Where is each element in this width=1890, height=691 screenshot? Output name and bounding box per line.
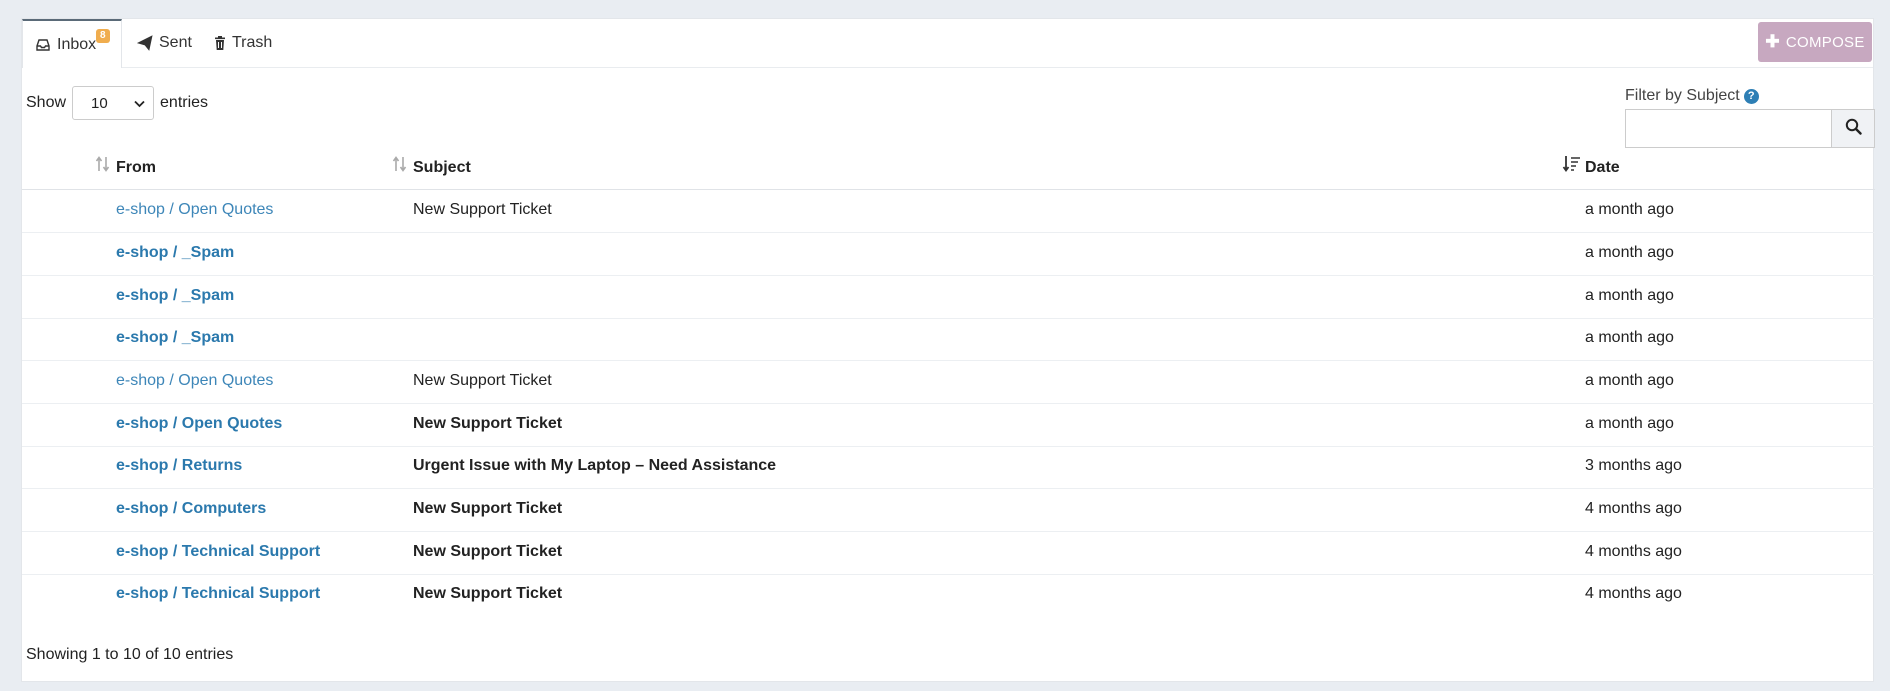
show-label: Show xyxy=(26,94,67,111)
tab-inbox-label: Inbox xyxy=(57,35,97,53)
table-row[interactable]: e-shop / Open Quotes New Support Ticket … xyxy=(22,403,1875,447)
filter-search-button[interactable] xyxy=(1831,109,1875,148)
row-from[interactable]: e-shop / Open Quotes xyxy=(116,201,273,219)
table-info: Showing 1 to 10 of 10 entries xyxy=(26,646,234,663)
row-date: a month ago xyxy=(1585,244,1674,261)
table-row[interactable]: e-shop / Returns Urgent Issue with My La… xyxy=(22,445,1875,489)
row-subject[interactable]: New Support Ticket xyxy=(413,543,562,561)
row-date: a month ago xyxy=(1585,372,1674,389)
row-date: 4 months ago xyxy=(1585,543,1682,560)
unread-badge: 8 xyxy=(96,29,110,43)
mailbox-tabs: Inbox 8 Sent Trash ✚ COMPOSE xyxy=(22,19,1873,68)
table-row[interactable]: e-shop / Open Quotes New Support Ticket … xyxy=(22,360,1875,404)
row-subject[interactable]: New Support Ticket xyxy=(413,372,552,390)
column-subject[interactable]: Subject xyxy=(413,159,471,177)
compose-button[interactable]: ✚ COMPOSE xyxy=(1758,22,1872,62)
inbox-icon xyxy=(35,37,51,53)
row-date: a month ago xyxy=(1585,287,1674,304)
table-row[interactable]: e-shop / _Spam a month ago xyxy=(22,232,1875,276)
sort-desc-icon[interactable] xyxy=(1562,155,1582,178)
trash-icon xyxy=(214,35,226,51)
table-row[interactable]: e-shop / Technical Support New Support T… xyxy=(22,531,1875,575)
length-menu: Show 10 entries xyxy=(26,85,208,121)
row-date: a month ago xyxy=(1585,415,1674,432)
tab-sent[interactable]: Sent xyxy=(136,19,192,67)
table-row[interactable]: e-shop / _Spam a month ago xyxy=(22,275,1875,319)
tab-trash[interactable]: Trash xyxy=(214,19,272,67)
tab-trash-label: Trash xyxy=(232,34,273,51)
row-date: 4 months ago xyxy=(1585,500,1682,517)
entries-label: entries xyxy=(160,94,209,111)
paper-plane-icon xyxy=(136,35,153,51)
row-subject[interactable]: Urgent Issue with My Laptop – Need Assis… xyxy=(413,457,776,475)
row-from[interactable]: e-shop / _Spam xyxy=(116,287,234,305)
row-date: a month ago xyxy=(1585,329,1674,346)
entries-select[interactable]: 10 xyxy=(72,86,155,120)
tab-sent-label: Sent xyxy=(159,34,192,51)
row-subject[interactable]: New Support Ticket xyxy=(413,201,552,219)
row-date: a month ago xyxy=(1585,201,1674,218)
filter-label: Filter by Subject ? xyxy=(1625,87,1759,105)
row-from[interactable]: e-shop / _Spam xyxy=(116,329,234,347)
table-row[interactable]: e-shop / Open Quotes New Support Ticket … xyxy=(22,189,1875,233)
chevron-down-icon xyxy=(134,95,145,112)
table-row[interactable]: e-shop / _Spam a month ago xyxy=(22,317,1875,361)
row-from[interactable]: e-shop / Returns xyxy=(116,457,242,475)
row-from[interactable]: e-shop / Open Quotes xyxy=(116,372,273,390)
column-date[interactable]: Date xyxy=(1585,159,1620,177)
plus-icon: ✚ xyxy=(1765,32,1780,51)
search-icon xyxy=(1845,118,1862,140)
tab-inbox[interactable]: Inbox 8 xyxy=(22,19,122,68)
filter-subject-input[interactable] xyxy=(1625,109,1831,148)
row-subject[interactable]: New Support Ticket xyxy=(413,415,562,433)
table-row[interactable]: e-shop / Computers New Support Ticket 4 … xyxy=(22,488,1875,532)
column-from[interactable]: From xyxy=(116,159,156,177)
row-from[interactable]: e-shop / Technical Support xyxy=(116,543,320,561)
row-from[interactable]: e-shop / Technical Support xyxy=(116,585,320,603)
row-date: 4 months ago xyxy=(1585,585,1682,602)
row-subject[interactable]: New Support Ticket xyxy=(413,500,562,518)
sort-both-icon[interactable] xyxy=(95,155,111,178)
filter-label-text: Filter by Subject xyxy=(1625,87,1740,104)
row-date: 3 months ago xyxy=(1585,457,1682,474)
entries-select-value: 10 xyxy=(91,94,108,112)
row-from[interactable]: e-shop / Open Quotes xyxy=(116,415,282,433)
row-from[interactable]: e-shop / Computers xyxy=(116,500,266,518)
table-row[interactable]: e-shop / Technical Support New Support T… xyxy=(22,573,1875,616)
help-icon[interactable]: ? xyxy=(1743,88,1759,104)
row-subject[interactable]: New Support Ticket xyxy=(413,585,562,603)
table-header: From Subject Date xyxy=(22,147,1875,190)
compose-label: COMPOSE xyxy=(1785,33,1865,51)
sort-both-icon[interactable] xyxy=(392,155,408,178)
row-from[interactable]: e-shop / _Spam xyxy=(116,244,234,262)
mailbox-panel: Inbox 8 Sent Trash ✚ COMPOSE Show 10 ent… xyxy=(21,18,1875,682)
